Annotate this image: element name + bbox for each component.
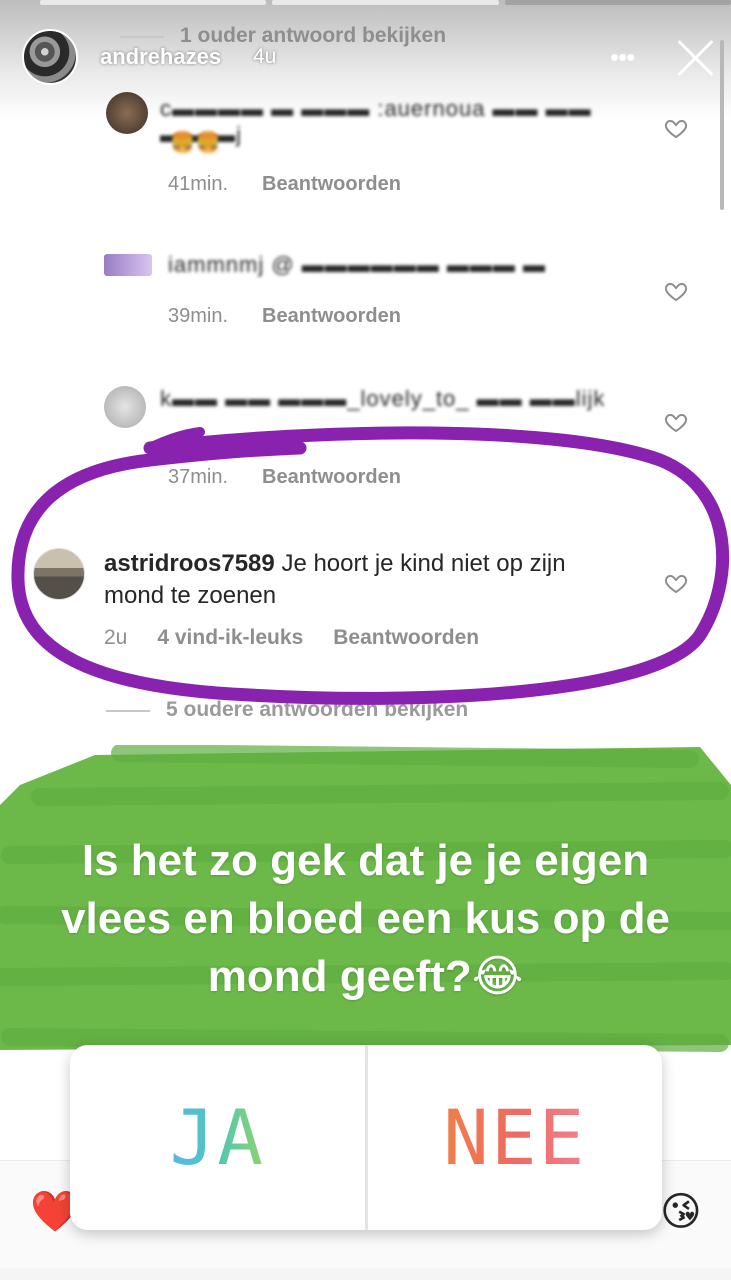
heart-icon[interactable]	[664, 116, 688, 140]
question-line: mond geeft?😂	[207, 952, 524, 1001]
comment-meta: 39min. Beantwoorden	[168, 305, 401, 328]
kiss-emoji-icon[interactable]: 😘	[660, 1192, 702, 1232]
progress-segment	[272, 0, 499, 5]
heart-icon[interactable]	[664, 279, 688, 303]
comment-time: 39min.	[168, 305, 229, 327]
close-icon[interactable]	[676, 38, 716, 78]
annotation-circle	[11, 426, 729, 705]
question-sticker-text: Is het zo gek dat je je eigen vlees en b…	[0, 832, 731, 1006]
story-time: 4u	[253, 45, 277, 68]
more-options-icon[interactable]: •••	[610, 44, 635, 70]
question-line: vlees en bloed een kus op de	[61, 894, 670, 943]
reply-button[interactable]: Beantwoorden	[262, 173, 401, 196]
avatar[interactable]	[106, 92, 148, 134]
poll-option-ja[interactable]: JA	[70, 1045, 368, 1230]
comment-text-blurred: c▬▬▬▬ ▬ ▬▬▬ :auernoua ▬▬ ▬▬ ▬▬ ▬j	[160, 96, 592, 147]
story-progress-bar	[40, 0, 731, 5]
divider-line	[120, 36, 164, 38]
poll-option-label: JA	[169, 1093, 265, 1182]
question-line: Is het zo gek dat je je eigen	[81, 836, 650, 885]
comment-meta: 41min. Beantwoorden	[168, 173, 401, 196]
story-avatar[interactable]	[22, 29, 78, 85]
story-username[interactable]: andrehazes	[100, 44, 221, 70]
poll-sticker: JA NEE	[70, 1045, 662, 1230]
reply-button[interactable]: Beantwoorden	[262, 305, 401, 328]
comment-text-blurred: iammnmj @ ▬▬▬▬▬▬ ▬▬▬ ▬	[168, 252, 547, 277]
bottom-bar	[0, 1268, 731, 1280]
comment-text-blurred: k▬▬ ▬▬ ▬▬▬_lovely_to_ ▬▬ ▬▬lijk	[160, 386, 606, 411]
avatar[interactable]	[104, 254, 152, 276]
scrollbar[interactable]	[720, 40, 724, 210]
comment-time: 41min.	[168, 173, 229, 195]
progress-segment	[40, 0, 267, 5]
poll-option-nee[interactable]: NEE	[368, 1045, 663, 1230]
progress-segment	[504, 0, 731, 5]
poll-option-label: NEE	[443, 1093, 587, 1182]
comment-emoji-blurred: 🍔🍔	[170, 132, 222, 154]
divider-line	[106, 710, 150, 712]
